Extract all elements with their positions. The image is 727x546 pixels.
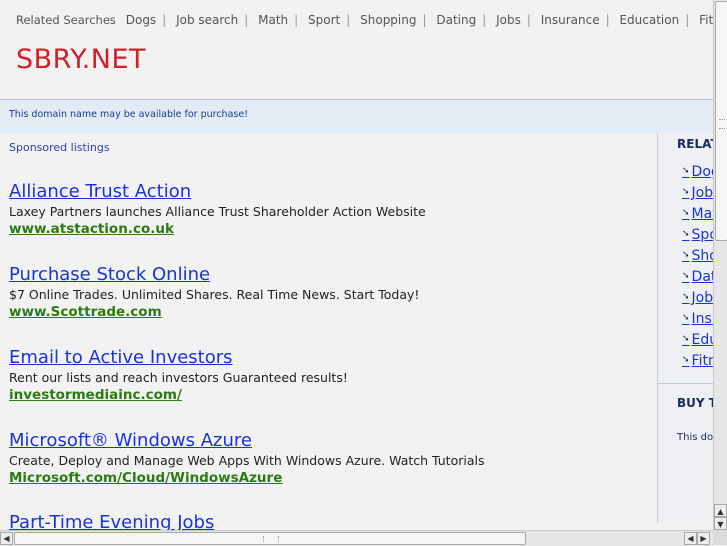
listing-5: Part-Time Evening Jobs xyxy=(9,512,214,530)
listing-url[interactable]: www.atstaction.co.uk xyxy=(9,220,426,238)
top-link-math[interactable]: Math xyxy=(258,13,288,27)
arrow-left-icon[interactable]: ◀ xyxy=(0,532,13,545)
sidebar-item-insurance[interactable]: ➘Insurance xyxy=(682,311,713,327)
top-link-fitness[interactable]: Fitness xyxy=(699,13,713,27)
listing-4: Microsoft® Windows Azure Create, Deploy … xyxy=(9,430,485,487)
arrow-up-icon[interactable]: ▲ xyxy=(714,504,727,517)
listing-title[interactable]: Email to Active Investors xyxy=(9,347,348,369)
page-viewport: Related Searches Dogs | Job search | Math |… xyxy=(0,0,713,530)
listing-title[interactable]: Purchase Stock Online xyxy=(9,264,419,286)
horizontal-scrollbar[interactable]: ◀ ◀ ▶ xyxy=(0,530,713,546)
vertical-scroll-thumb[interactable] xyxy=(715,1,727,241)
top-link-job-search[interactable]: Job search xyxy=(176,13,238,27)
related-searches-bar: Related Searches Dogs | Job search | Math |… xyxy=(16,13,713,27)
bullet-arrow-icon: ➘ xyxy=(682,271,690,281)
sidebar-item-education[interactable]: ➘Education xyxy=(682,332,713,348)
listing-3: Email to Active Investors Rent our lists… xyxy=(9,347,348,404)
listing-description: Create, Deploy and Manage Web Apps With … xyxy=(9,453,485,468)
buy-domain-heading: BUY THIS DOMAIN xyxy=(677,396,713,410)
related-searches-label: Related Searches xyxy=(16,13,116,27)
listing-url[interactable]: www.Scottrade.com xyxy=(9,303,419,321)
bullet-arrow-icon: ➘ xyxy=(682,166,690,176)
listing-description: $7 Online Trades. Unlimited Shares. Real… xyxy=(9,287,420,302)
top-link-sport[interactable]: Sport xyxy=(308,13,340,27)
related-searches-heading: RELATED SEARCHES xyxy=(677,137,713,151)
site-logo[interactable]: SBRY.NET xyxy=(16,44,146,75)
listing-description: Rent our lists and reach investors Guara… xyxy=(9,370,348,385)
listing-description: Laxey Partners launches Alliance Trust S… xyxy=(9,204,426,219)
sidebar-divider xyxy=(658,383,713,384)
listing-title[interactable]: Part-Time Evening Jobs xyxy=(9,512,214,530)
scrollbar-corner xyxy=(713,530,727,545)
arrow-left-icon[interactable]: ◀ xyxy=(684,532,697,545)
right-sidebar: RELATED SEARCHES ➘Dogs ➘Job search ➘Math… xyxy=(657,133,713,523)
availability-notice[interactable]: This domain name may be available for pu… xyxy=(9,109,248,120)
sidebar-item-sport[interactable]: ➘Sport xyxy=(682,227,713,243)
top-link-dating[interactable]: Dating xyxy=(436,13,476,27)
bullet-arrow-icon: ➘ xyxy=(682,292,690,302)
arrow-right-icon[interactable]: ▶ xyxy=(697,532,710,545)
listing-title[interactable]: Microsoft® Windows Azure xyxy=(9,430,485,452)
bullet-arrow-icon: ➘ xyxy=(682,187,690,197)
vertical-scrollbar[interactable]: ▲ ▼ xyxy=(713,0,727,530)
top-link-jobs[interactable]: Jobs xyxy=(496,13,521,27)
bullet-arrow-icon: ➘ xyxy=(682,229,690,239)
grip-icon xyxy=(719,119,725,129)
sidebar-item-dogs[interactable]: ➘Dogs xyxy=(682,164,713,180)
sidebar-item-math[interactable]: ➘Math xyxy=(682,206,713,222)
listing-1: Alliance Trust Action Laxey Partners lau… xyxy=(9,181,426,238)
buy-domain-text: This domain xyxy=(677,432,713,443)
sidebar-item-fitness[interactable]: ➘Fitness xyxy=(682,353,713,369)
availability-banner: This domain name may be available for pu… xyxy=(0,99,713,134)
sidebar-item-shopping[interactable]: ➘Shopping xyxy=(682,248,713,264)
grip-icon xyxy=(263,536,279,542)
sidebar-item-job-search[interactable]: ➘Job search xyxy=(682,185,713,201)
horizontal-scroll-thumb[interactable] xyxy=(14,532,526,545)
sidebar-item-jobs[interactable]: ➘Jobs xyxy=(682,290,713,306)
listing-2: Purchase Stock Online $7 Online Trades. … xyxy=(9,264,419,321)
sponsored-label: Sponsored listings xyxy=(9,141,110,154)
listing-title[interactable]: Alliance Trust Action xyxy=(9,181,426,203)
sidebar-item-dating[interactable]: ➘Dating xyxy=(682,269,713,285)
bullet-arrow-icon: ➘ xyxy=(682,250,690,260)
top-link-dogs[interactable]: Dogs xyxy=(126,13,156,27)
bullet-arrow-icon: ➘ xyxy=(682,355,690,365)
arrow-down-icon[interactable]: ▼ xyxy=(714,517,727,530)
listing-url[interactable]: investormediainc.com/ xyxy=(9,386,348,404)
top-link-education[interactable]: Education xyxy=(619,13,679,27)
top-link-insurance[interactable]: Insurance xyxy=(541,13,600,27)
bullet-arrow-icon: ➘ xyxy=(682,208,690,218)
bullet-arrow-icon: ➘ xyxy=(682,334,690,344)
listing-url[interactable]: Microsoft.com/Cloud/WindowsAzure xyxy=(9,469,485,487)
top-link-shopping[interactable]: Shopping xyxy=(360,13,416,27)
bullet-arrow-icon: ➘ xyxy=(682,313,690,323)
